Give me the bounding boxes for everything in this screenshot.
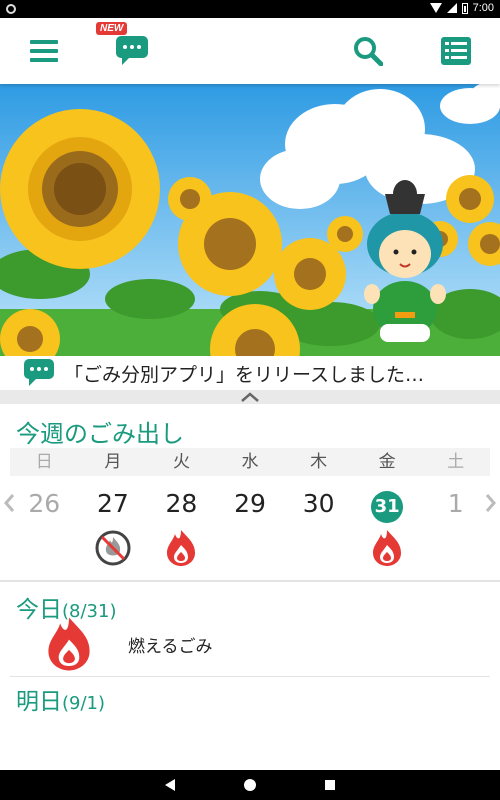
chevron-up-icon bbox=[241, 392, 259, 402]
today-garbage-item[interactable]: 燃えるごみ bbox=[44, 614, 444, 674]
search-icon bbox=[354, 37, 383, 66]
garbage-icon-row bbox=[10, 528, 490, 568]
toolbar: NEW bbox=[0, 18, 500, 84]
weekday-label: 水 bbox=[241, 452, 259, 472]
tomorrow-date: (9/1) bbox=[62, 693, 106, 714]
weekday-label: 金 bbox=[378, 452, 396, 472]
date-cell[interactable]: 27 bbox=[79, 482, 148, 526]
section-divider bbox=[0, 580, 500, 582]
home-icon[interactable] bbox=[244, 779, 256, 791]
wifi-icon bbox=[429, 3, 442, 13]
news-ticker[interactable]: 「ごみ分別アプリ」をリリースしました… bbox=[0, 356, 500, 390]
section-divider bbox=[10, 676, 490, 677]
recent-apps-icon[interactable] bbox=[325, 780, 335, 790]
list-button[interactable] bbox=[428, 18, 484, 84]
weekday-label: 土 bbox=[447, 452, 465, 472]
date-cell[interactable]: 1 bbox=[421, 482, 490, 526]
status-time: 7:00 bbox=[472, 2, 494, 14]
tomorrow-heading: 明日(9/1) bbox=[16, 682, 105, 716]
week-title: 今週のごみ出し bbox=[16, 420, 184, 448]
weekday-label: 木 bbox=[310, 452, 328, 472]
burnable-fire-icon bbox=[373, 530, 402, 566]
message-bubble-icon bbox=[24, 359, 54, 386]
status-bar: 7:00 bbox=[0, 0, 500, 18]
system-nav-bar bbox=[0, 770, 500, 800]
date-cell[interactable]: 29 bbox=[216, 482, 285, 526]
back-icon[interactable] bbox=[165, 779, 175, 791]
weekday-header: 日 月 火 水 木 金 土 bbox=[10, 448, 490, 476]
date-cell[interactable]: 30 bbox=[284, 482, 353, 526]
tomorrow-label: 明日 bbox=[16, 689, 62, 715]
weekday-label: 月 bbox=[104, 452, 122, 472]
weekday-label: 日 bbox=[35, 452, 53, 472]
battery-icon bbox=[461, 2, 468, 14]
burnable-fire-icon bbox=[167, 530, 196, 566]
date-cell[interactable]: 26 bbox=[10, 482, 79, 526]
new-badge: NEW bbox=[96, 22, 128, 35]
burnable-fire-icon bbox=[48, 617, 90, 671]
hamburger-menu-icon bbox=[30, 40, 58, 62]
date-cell-today[interactable]: 31 bbox=[353, 482, 422, 526]
menu-button[interactable] bbox=[16, 18, 72, 84]
collapse-handle[interactable] bbox=[0, 390, 500, 404]
notification-icon bbox=[6, 4, 16, 14]
today-garbage-label: 燃えるごみ bbox=[128, 636, 213, 657]
news-text: 「ごみ分別アプリ」をリリースしました… bbox=[64, 363, 425, 386]
today-date-circle: 31 bbox=[371, 491, 404, 523]
weekday-label: 火 bbox=[172, 452, 190, 472]
signal-icon bbox=[446, 3, 457, 13]
date-row: 26 27 28 29 30 31 1 bbox=[10, 482, 490, 526]
banner-image[interactable] bbox=[0, 84, 500, 356]
no-burn-icon bbox=[95, 530, 131, 566]
date-cell[interactable]: 28 bbox=[147, 482, 216, 526]
message-bubble-icon bbox=[116, 36, 148, 65]
list-icon bbox=[441, 37, 471, 65]
search-button[interactable] bbox=[340, 18, 396, 84]
